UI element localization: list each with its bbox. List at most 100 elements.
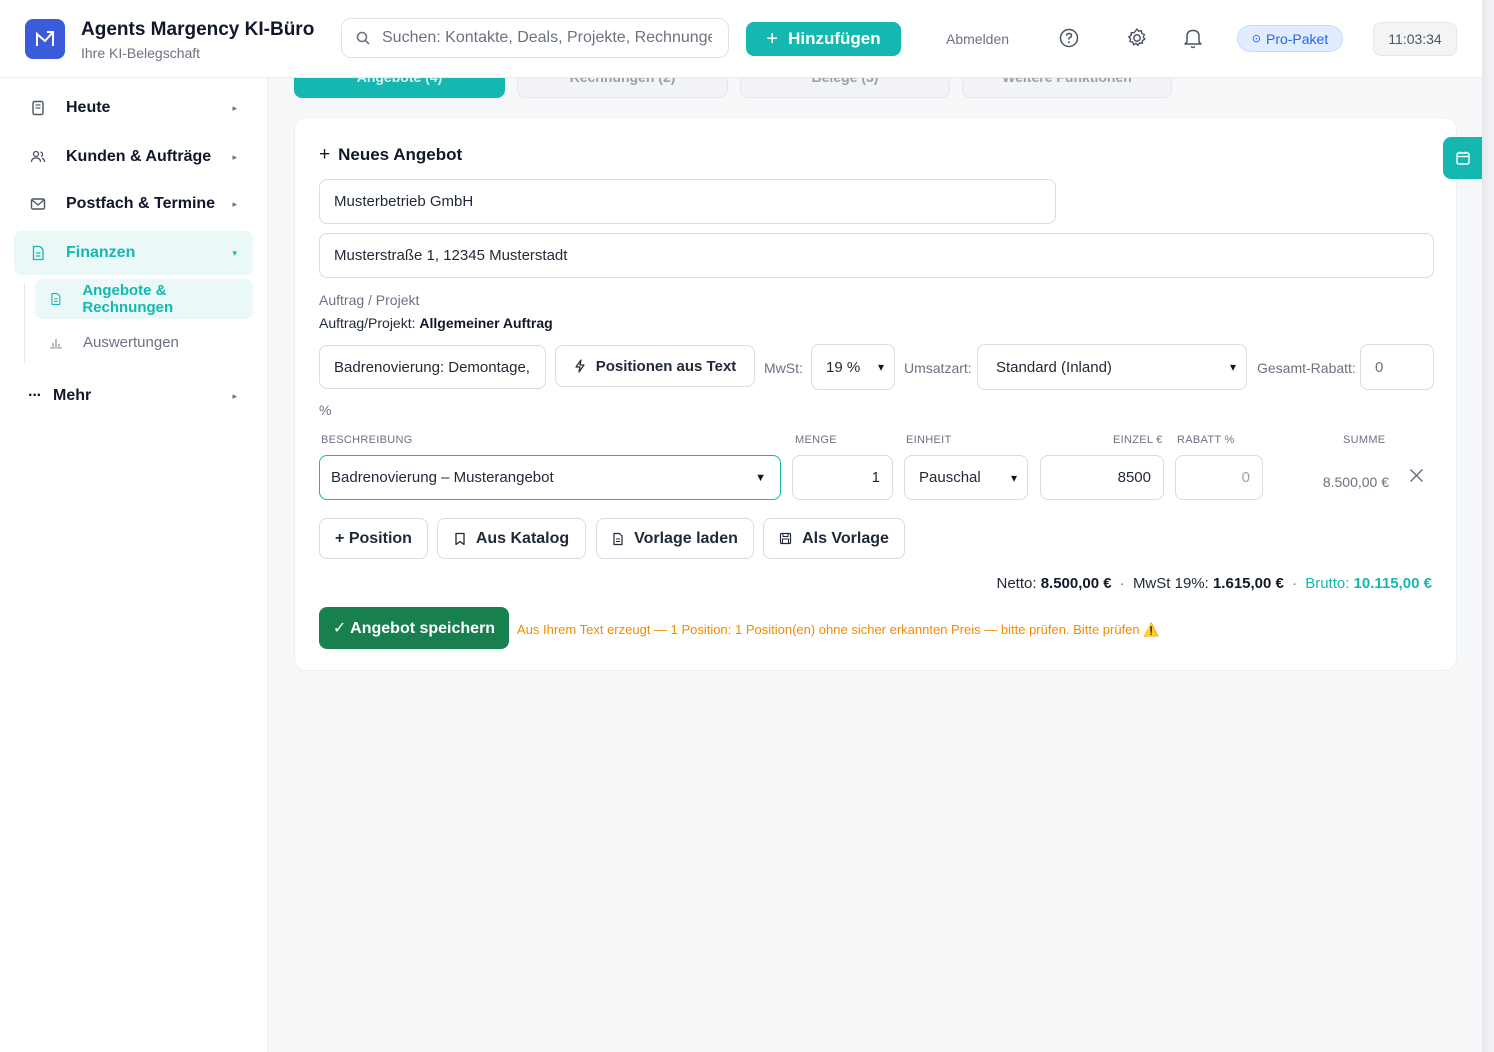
chevron-down-icon: ▾ — [1010, 470, 1017, 485]
sidebar-item-customers[interactable]: Kunden & Aufträge ▸ — [14, 135, 253, 179]
customer-address-field[interactable]: Musterstraße 1, 12345 Musterstadt — [319, 233, 1434, 278]
warning-message: Aus Ihrem Text erzeugt — 1 Position: 1 P… — [517, 622, 1160, 637]
totals-line: Netto: 8.500,00 € · MwSt 19%: 1.615,00 €… — [996, 575, 1432, 592]
search-input[interactable] — [382, 29, 712, 47]
tax-type-value: Standard (Inland) — [996, 358, 1112, 376]
from-catalog-button[interactable]: Aus Katalog — [437, 518, 586, 559]
sidebar-subitem-reports[interactable]: Auswertungen — [35, 322, 253, 362]
add-button-label: Hinzufügen — [788, 29, 881, 48]
caret-right-icon: ▸ — [232, 102, 237, 113]
mail-icon — [30, 198, 46, 210]
project-prefix: Auftrag/Projekt: — [319, 315, 416, 331]
chevron-down-icon: ▾ — [1229, 360, 1236, 374]
clock-display: 11:03:34 — [1373, 22, 1457, 56]
col-header-sum: SUMME — [1343, 434, 1386, 446]
more-dots-icon: ··· — [28, 387, 42, 404]
project-line: Auftrag/Projekt: Allgemeiner Auftrag — [319, 315, 553, 331]
logout-link[interactable]: Abmelden — [946, 31, 1009, 47]
plus-icon: + — [766, 27, 779, 50]
floppy-disk-icon — [779, 532, 792, 545]
project-value[interactable]: Allgemeiner Auftrag — [419, 315, 552, 331]
col-header-discount: RABATT % — [1177, 434, 1235, 446]
remove-row-close-icon[interactable] — [1409, 468, 1424, 488]
sidebar-item-more[interactable]: ··· Mehr ▸ — [14, 374, 253, 418]
positions-from-text-label: Positionen aus Text — [595, 357, 737, 375]
sidebar-item-label: Postfach & Termine — [66, 195, 216, 212]
app-title: Agents Margency KI-Büro — [81, 19, 315, 40]
search-icon — [356, 31, 370, 45]
document-icon — [51, 293, 61, 305]
help-icon[interactable] — [1057, 26, 1081, 50]
col-header-quantity: MENGE — [795, 434, 837, 446]
card-title: + Neues Angebot — [319, 144, 462, 166]
from-catalog-label: Aus Katalog — [475, 529, 570, 547]
positions-from-text-button[interactable]: Positionen aus Text — [555, 345, 755, 387]
vat-label: MwSt: — [764, 360, 803, 376]
triangle-down-icon: ▼ — [755, 471, 766, 484]
receipt-icon — [32, 100, 44, 116]
card-title-text: Neues Angebot — [338, 145, 463, 164]
save-offer-button[interactable]: ✓ Angebot speichern — [319, 607, 509, 649]
save-as-template-button[interactable]: Als Vorlage — [763, 518, 905, 559]
sidebar-item-inbox[interactable]: Postfach & Termine ▸ — [14, 182, 253, 226]
percent-sign: % — [319, 402, 332, 418]
row-unit-select[interactable]: Pauschal ▾ — [904, 455, 1028, 500]
gross-value: 10.115,00 € — [1353, 575, 1432, 592]
caret-right-icon: ▸ — [232, 198, 237, 209]
vat-select-value: 19 % — [826, 358, 861, 376]
customer-name-field[interactable]: Musterbetrieb GmbH — [319, 179, 1056, 224]
add-position-button[interactable]: + Position — [319, 518, 428, 559]
bookmark-icon — [455, 532, 465, 545]
caret-down-icon: ▾ — [232, 247, 237, 258]
app-subtitle: Ihre KI-Belegschaft — [81, 45, 201, 61]
sidebar-item-label: Heute — [66, 99, 111, 116]
sidebar-item-label: Kunden & Aufträge — [66, 148, 212, 165]
caret-right-icon: ▸ — [232, 151, 237, 162]
row-unit-value: Pauschal — [919, 469, 981, 486]
text-input-field[interactable]: Badrenovierung: Demontage, — [319, 345, 546, 389]
vat-select[interactable]: 19 % ▾ — [811, 344, 895, 390]
window-edge-shadow — [1482, 0, 1494, 1052]
row-discount-field[interactable]: 0 — [1175, 455, 1263, 500]
document-icon — [32, 245, 44, 261]
sidebar-item-today[interactable]: Heute ▸ — [14, 86, 253, 130]
load-template-button[interactable]: Vorlage laden — [596, 518, 754, 559]
col-header-unit-price: EINZEL € — [1113, 434, 1163, 446]
top-header: Agents Margency KI-Büro Ihre KI-Belegsch… — [0, 0, 1482, 78]
users-icon — [30, 150, 46, 163]
settings-gear-icon[interactable] — [1125, 26, 1149, 50]
app-logo[interactable] — [25, 19, 65, 59]
row-description-combobox[interactable]: Badrenovierung – Musterangebot ▼ — [319, 455, 781, 500]
plan-badge[interactable]: ⊙ Pro-Paket — [1237, 25, 1343, 52]
total-discount-field[interactable]: 0 — [1360, 344, 1434, 390]
plan-icon: ⊙ — [1251, 33, 1261, 45]
row-unit-price-field[interactable]: 8500 — [1040, 455, 1164, 500]
net-value: 8.500,00 € — [1040, 575, 1112, 592]
lightning-icon — [575, 359, 585, 373]
sidebar-subitem-label: Auswertungen — [83, 333, 179, 351]
net-label: Netto: — [996, 575, 1037, 592]
separator: · — [1292, 575, 1298, 592]
col-header-unit: EINHEIT — [906, 434, 952, 446]
add-button[interactable]: + Hinzufügen — [746, 22, 901, 56]
file-icon — [613, 532, 623, 545]
tax-type-select[interactable]: Standard (Inland) ▾ — [977, 344, 1247, 390]
vat-total-label: MwSt 19%: — [1132, 575, 1209, 592]
project-section-label: Auftrag / Projekt — [319, 292, 420, 308]
new-offer-card: + Neues Angebot Musterbetrieb GmbH Muste… — [294, 117, 1457, 671]
chevron-down-icon: ▾ — [877, 360, 884, 374]
bar-chart-icon — [50, 339, 62, 349]
sidebar-item-label: Mehr — [52, 387, 92, 404]
notifications-bell-icon[interactable] — [1181, 26, 1205, 50]
global-search[interactable] — [341, 18, 729, 58]
sidebar-subitem-offers-invoices[interactable]: Angebote & Rechnungen — [35, 279, 253, 319]
plus-icon: + — [319, 144, 331, 165]
gross-label: Brutto: — [1305, 575, 1350, 592]
total-discount-label: Gesamt-Rabatt: — [1257, 360, 1356, 376]
row-sum: 8.500,00 € — [1322, 474, 1389, 490]
row-description: Badrenovierung – Musterangebot — [331, 469, 554, 486]
sidebar-item-finances[interactable]: Finanzen ▾ — [14, 231, 253, 275]
calendar-side-tab[interactable] — [1443, 137, 1482, 179]
sidebar: Heute ▸ Kunden & Aufträge ▸ Postfach & T… — [0, 78, 268, 1052]
row-quantity-field[interactable]: 1 — [792, 455, 893, 500]
